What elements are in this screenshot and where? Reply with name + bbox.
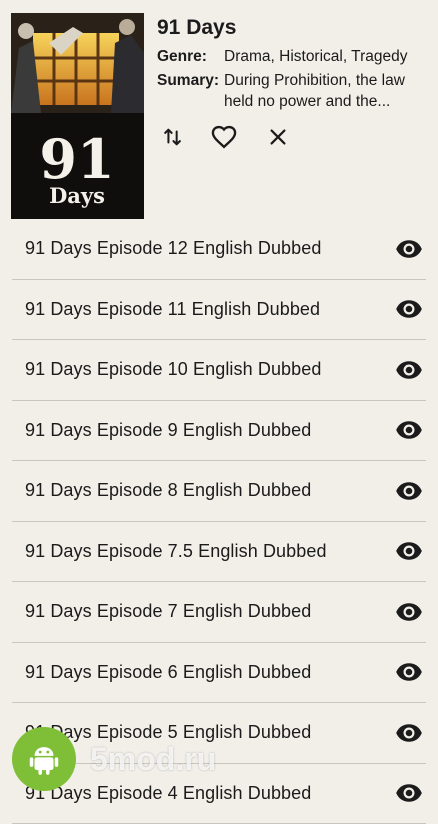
eye-icon [395, 779, 423, 807]
eye-icon [395, 598, 423, 626]
list-item[interactable]: 91 Days Episode 12 English Dubbed [12, 219, 426, 280]
eye-icon [395, 537, 423, 565]
eye-icon [395, 295, 423, 323]
heart-outline-icon [210, 123, 238, 151]
anime-title: 91 Days [157, 16, 236, 40]
watch-button[interactable] [394, 355, 424, 385]
episode-title: 91 Days Episode 7 English Dubbed [25, 601, 311, 622]
svg-text:Days: Days [49, 183, 105, 208]
episode-title: 91 Days Episode 6 English Dubbed [25, 662, 311, 683]
favorite-button[interactable] [208, 121, 240, 153]
summary-value: During Prohibition, the law held no powe… [224, 70, 424, 112]
episode-title: 91 Days Episode 11 English Dubbed [25, 299, 320, 320]
swap-vertical-icon [162, 126, 184, 148]
anime-poster: 91 Days [11, 13, 144, 219]
watch-button[interactable] [394, 476, 424, 506]
watch-button[interactable] [394, 597, 424, 627]
episode-title: 91 Days Episode 7.5 English Dubbed [25, 541, 327, 562]
watch-button[interactable] [394, 536, 424, 566]
genre-value: Drama, Historical, Tragedy [224, 48, 424, 66]
anime-header: 91 Days 91 Days Genre: Drama, Historical… [0, 0, 438, 229]
summary-row: Sumary: During Prohibition, the law held… [157, 70, 424, 112]
eye-icon [395, 477, 423, 505]
episode-title: 91 Days Episode 9 English Dubbed [25, 420, 311, 441]
eye-icon [395, 235, 423, 263]
episode-title: 91 Days Episode 4 English Dubbed [25, 783, 311, 804]
summary-label: Sumary: [157, 70, 224, 112]
list-item[interactable]: 91 Days Episode 7.5 English Dubbed [12, 522, 426, 583]
watch-button[interactable] [394, 415, 424, 445]
genre-label: Genre: [157, 48, 224, 66]
episode-title: 91 Days Episode 10 English Dubbed [25, 359, 322, 380]
genre-row: Genre: Drama, Historical, Tragedy [157, 48, 424, 66]
svg-text:91: 91 [39, 127, 114, 191]
episode-list: 91 Days Episode 12 English Dubbed 91 Day… [0, 219, 438, 824]
watch-button[interactable] [394, 718, 424, 748]
list-item[interactable]: 91 Days Episode 8 English Dubbed [12, 461, 426, 522]
list-item[interactable]: 91 Days Episode 7 English Dubbed [12, 582, 426, 643]
watch-button[interactable] [394, 294, 424, 324]
watch-button[interactable] [394, 234, 424, 264]
episode-title: 91 Days Episode 8 English Dubbed [25, 480, 311, 501]
eye-icon [395, 356, 423, 384]
close-icon [267, 126, 289, 148]
eye-icon [395, 416, 423, 444]
sort-button[interactable] [157, 121, 189, 153]
eye-icon [395, 719, 423, 747]
episode-title: 91 Days Episode 12 English Dubbed [25, 238, 322, 259]
list-item[interactable]: 91 Days Episode 4 English Dubbed [12, 764, 426, 824]
list-item[interactable]: 91 Days Episode 5 English Dubbed [12, 703, 426, 764]
watch-button[interactable] [394, 778, 424, 808]
watch-button[interactable] [394, 657, 424, 687]
list-item[interactable]: 91 Days Episode 9 English Dubbed [12, 401, 426, 462]
list-item[interactable]: 91 Days Episode 6 English Dubbed [12, 643, 426, 704]
eye-icon [395, 658, 423, 686]
list-item[interactable]: 91 Days Episode 11 English Dubbed [12, 280, 426, 341]
episode-title: 91 Days Episode 5 English Dubbed [25, 722, 311, 743]
close-button[interactable] [262, 121, 294, 153]
list-item[interactable]: 91 Days Episode 10 English Dubbed [12, 340, 426, 401]
